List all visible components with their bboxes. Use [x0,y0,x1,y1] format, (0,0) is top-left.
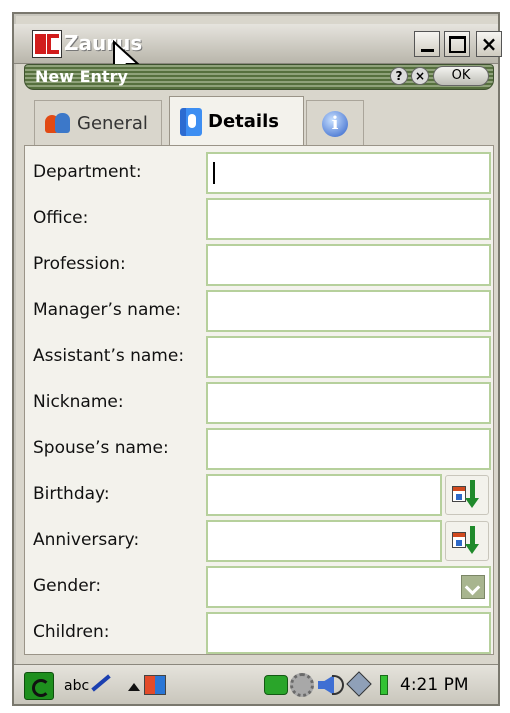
manager-name-label: Manager’s name: [33,300,182,320]
anniversary-label: Anniversary: [33,530,140,550]
minimize-button[interactable] [414,31,440,57]
info-icon: i [322,110,348,137]
people-icon [45,112,71,135]
tab-details[interactable]: Details [169,96,304,146]
assistant-name-label: Assistant’s name: [33,346,185,366]
calendar-icon [452,532,466,548]
clock[interactable]: 4:21 PM [400,675,469,695]
spouse-name-field[interactable] [206,428,491,470]
help-button[interactable]: ? [390,67,408,85]
pen-icon[interactable] [91,674,111,692]
form-row-assistant: Assistant’s name: [25,334,495,380]
office-field[interactable] [206,198,491,240]
tab-general[interactable]: General [34,100,162,146]
tab-info[interactable]: i [306,100,364,146]
form-row-department: Department: [25,150,495,196]
form-row-birthday: Birthday: [25,472,495,518]
anniversary-field[interactable] [206,520,442,562]
assistant-name-field[interactable] [206,336,491,378]
profession-label: Profession: [33,254,126,274]
chevron-down-icon[interactable] [461,575,485,599]
app-logo-icon [32,30,62,58]
form-row-profession: Profession: [25,242,495,288]
calendar-icon [452,486,466,502]
sync-icon[interactable] [264,675,288,695]
tab-bar: General Details i [24,94,494,146]
taskbar: abc 4:21 PM [14,664,498,704]
entry-header-bar: New Entry ? × OK [24,64,494,90]
title-bar[interactable]: Zaurus × [14,24,502,64]
down-arrow-icon [465,480,479,508]
office-label: Office: [33,208,89,228]
down-arrow-icon [465,526,479,554]
gear-icon[interactable] [290,673,314,697]
cancel-button[interactable]: × [411,67,429,85]
text-caret [213,162,215,184]
close-window-button[interactable]: × [476,31,502,57]
battery-icon[interactable] [380,675,388,695]
contact-card-icon [180,107,202,136]
form-row-manager: Manager’s name: [25,288,495,334]
memory-card-icon[interactable] [346,671,372,697]
department-field[interactable] [206,152,491,194]
nickname-label: Nickname: [33,392,124,412]
birthday-field[interactable] [206,474,442,516]
details-form: Department: Office: Profession: Manager’… [24,145,494,655]
children-label: Children: [33,622,110,642]
anniversary-date-picker-button[interactable] [445,521,489,561]
profession-field[interactable] [206,244,491,286]
spouse-name-label: Spouse’s name: [33,438,169,458]
form-row-gender: Gender: [25,564,495,610]
birthday-label: Birthday: [33,484,110,504]
maximize-button[interactable] [444,31,470,57]
tab-general-label: General [77,113,148,134]
form-row-nickname: Nickname: [25,380,495,426]
input-method-label[interactable]: abc [64,678,89,694]
volume-waves-icon [332,675,344,695]
gender-label: Gender: [33,576,102,596]
manager-name-field[interactable] [206,290,491,332]
entry-title: New Entry [35,67,128,86]
start-menu-icon[interactable] [24,672,54,700]
ok-button[interactable]: OK [433,66,489,86]
department-label: Department: [33,162,142,182]
nickname-field[interactable] [206,382,491,424]
birthday-date-picker-button[interactable] [445,475,489,515]
gender-select[interactable] [206,566,491,608]
form-row-office: Office: [25,196,495,242]
tab-details-label: Details [208,111,279,132]
apps-icon[interactable] [144,675,166,695]
close-icon: × [480,32,498,56]
form-row-anniversary: Anniversary: [25,518,495,564]
up-arrow-icon[interactable] [128,683,140,691]
form-row-spouse: Spouse’s name: [25,426,495,472]
children-field[interactable] [206,612,491,654]
form-row-children: Children: [25,610,495,656]
